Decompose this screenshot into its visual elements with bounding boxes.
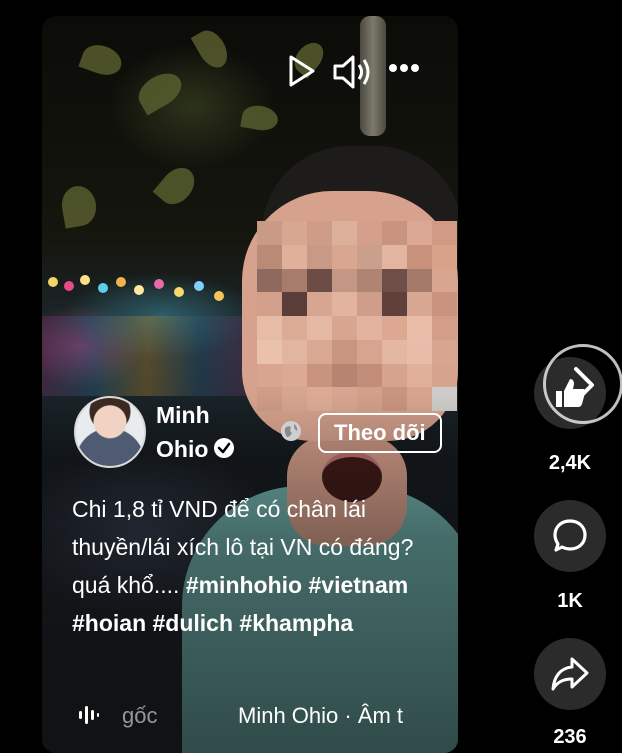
hashtag[interactable]: #vietnam xyxy=(308,572,408,598)
more-icon[interactable] xyxy=(388,60,420,78)
share-icon xyxy=(551,657,589,691)
comment-count: 1K xyxy=(557,590,583,612)
foliage xyxy=(152,161,202,211)
like-count: 2,4K xyxy=(548,452,592,474)
volume-icon[interactable] xyxy=(332,54,372,95)
comment-button[interactable] xyxy=(534,500,606,572)
hashtag[interactable]: #khampha xyxy=(239,610,353,636)
foliage xyxy=(190,25,234,73)
next-video-icon[interactable] xyxy=(543,344,622,424)
foliage xyxy=(78,40,126,80)
hashtag[interactable]: #dulich xyxy=(153,610,234,636)
music-bars-icon xyxy=(78,704,100,731)
verified-badge-icon xyxy=(214,437,235,458)
sound-name[interactable]: Minh Ohio · Âm t xyxy=(238,703,453,729)
foliage xyxy=(240,103,280,133)
comment-icon xyxy=(553,519,587,552)
foliage xyxy=(132,66,188,116)
follow-button[interactable]: Theo dõi xyxy=(318,413,442,453)
pixelated-face xyxy=(257,221,457,411)
play-icon[interactable] xyxy=(288,54,316,93)
share-count: 236 xyxy=(553,726,587,748)
author-first-name[interactable]: Minh xyxy=(156,398,234,432)
author-name[interactable]: Minh Ohio xyxy=(156,398,235,466)
foliage xyxy=(58,183,100,229)
globe-icon xyxy=(279,419,303,448)
author-avatar[interactable] xyxy=(74,396,146,468)
author-last-name[interactable]: Ohio xyxy=(156,436,208,462)
river-reflection xyxy=(42,316,252,396)
share-button[interactable] xyxy=(534,638,606,710)
video-player[interactable] xyxy=(42,16,458,753)
video-caption: Chi 1,8 tỉ VND để có chân lái thuyền/lái… xyxy=(72,490,452,642)
lantern-lights xyxy=(42,271,242,311)
hashtag[interactable]: #hoian xyxy=(72,610,146,636)
sound-original-label[interactable]: gốc xyxy=(122,703,157,729)
hashtag[interactable]: #minhohio xyxy=(186,572,302,598)
